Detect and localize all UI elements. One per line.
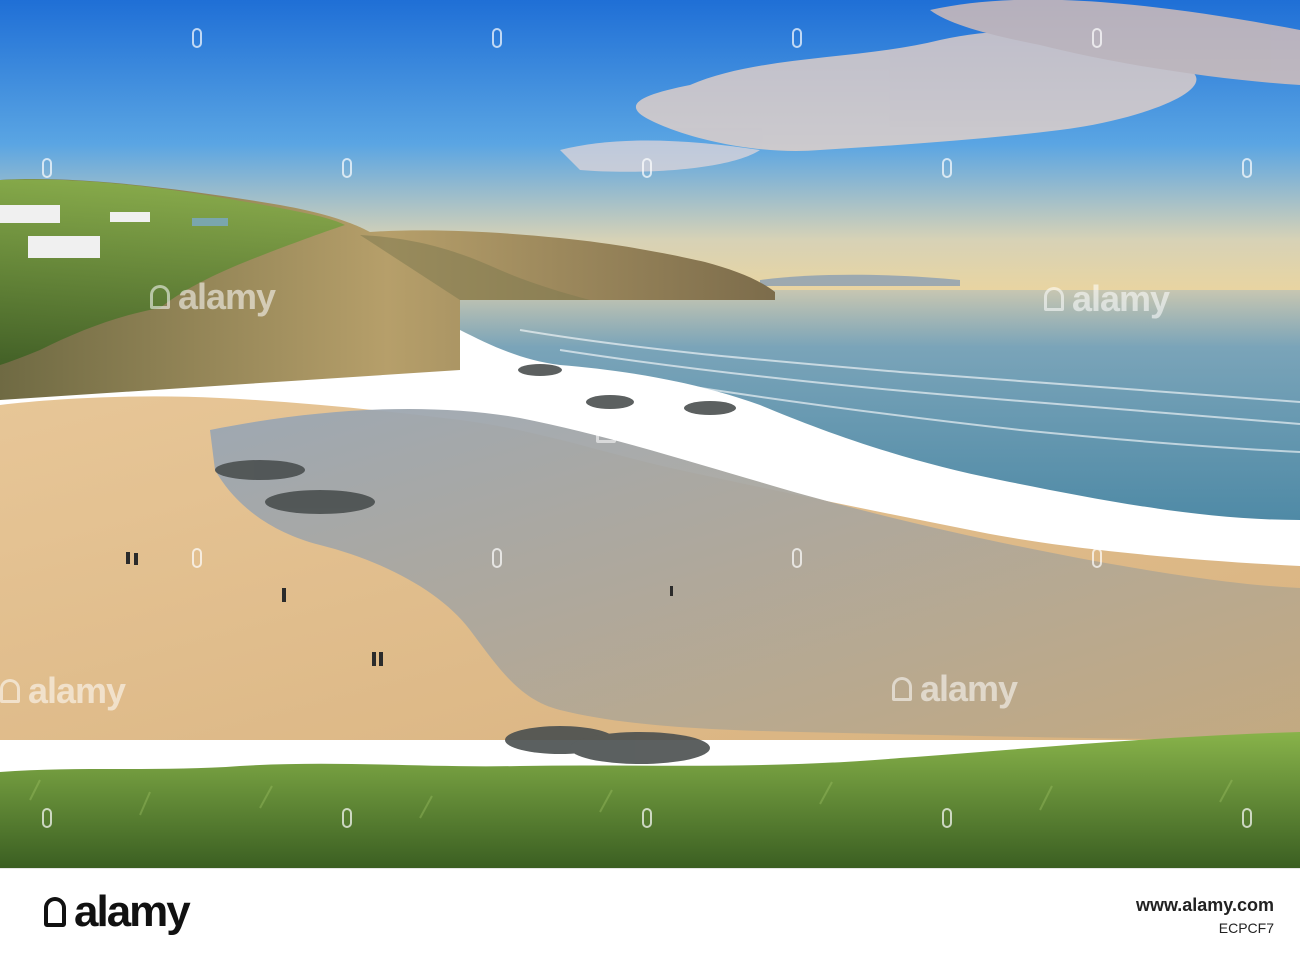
alamy-logo-icon xyxy=(150,285,170,309)
footer-bar: alamy www.alamy.com ECPCF7 xyxy=(0,868,1300,956)
footer-meta: www.alamy.com ECPCF7 xyxy=(1136,895,1274,936)
alamy-logo-icon xyxy=(0,679,20,703)
watermark-pin-icon xyxy=(1092,28,1102,48)
watermark-pin-icon xyxy=(1242,808,1252,828)
watermark-pin-icon xyxy=(1242,158,1252,178)
watermark-pin-icon xyxy=(942,808,952,828)
alamy-watermark: alamy xyxy=(0,670,126,712)
watermark-pin-icon xyxy=(642,808,652,828)
watermark-pin-icon xyxy=(792,28,802,48)
watermark-pin-icon xyxy=(342,808,352,828)
alamy-logo: alamy xyxy=(44,887,191,937)
alamy-watermark: alamy xyxy=(1044,278,1170,320)
watermark-pin-icon xyxy=(1092,548,1102,568)
watermark-pin-icon xyxy=(492,548,502,568)
site-url: www.alamy.com xyxy=(1135,895,1274,915)
watermark-pin-icon xyxy=(342,158,352,178)
watermark-pin-icon xyxy=(42,808,52,828)
watermark-pin-icon xyxy=(792,548,802,568)
image-id: ECPCF7 xyxy=(1218,920,1274,936)
watermark-pin-icon xyxy=(42,158,52,178)
alamy-logo-icon xyxy=(596,419,616,443)
alamy-watermark: alamy xyxy=(892,668,1018,710)
alamy-logo-icon xyxy=(892,677,912,701)
alamy-watermark: alamy xyxy=(596,410,722,452)
watermark-pin-icon xyxy=(642,158,652,178)
alamy-watermark: alamy xyxy=(150,276,276,318)
alamy-logo-icon xyxy=(1044,287,1064,311)
watermark-pin-icon xyxy=(942,158,952,178)
watermark-pin-icon xyxy=(192,28,202,48)
beach-photo: alamy alamy alamy alamy alamy xyxy=(0,0,1300,868)
watermark-pin-icon xyxy=(492,28,502,48)
watermark-pin-icon xyxy=(192,548,202,568)
alamy-logo-text: alamy xyxy=(74,887,191,936)
alamy-logo-icon xyxy=(44,897,66,927)
